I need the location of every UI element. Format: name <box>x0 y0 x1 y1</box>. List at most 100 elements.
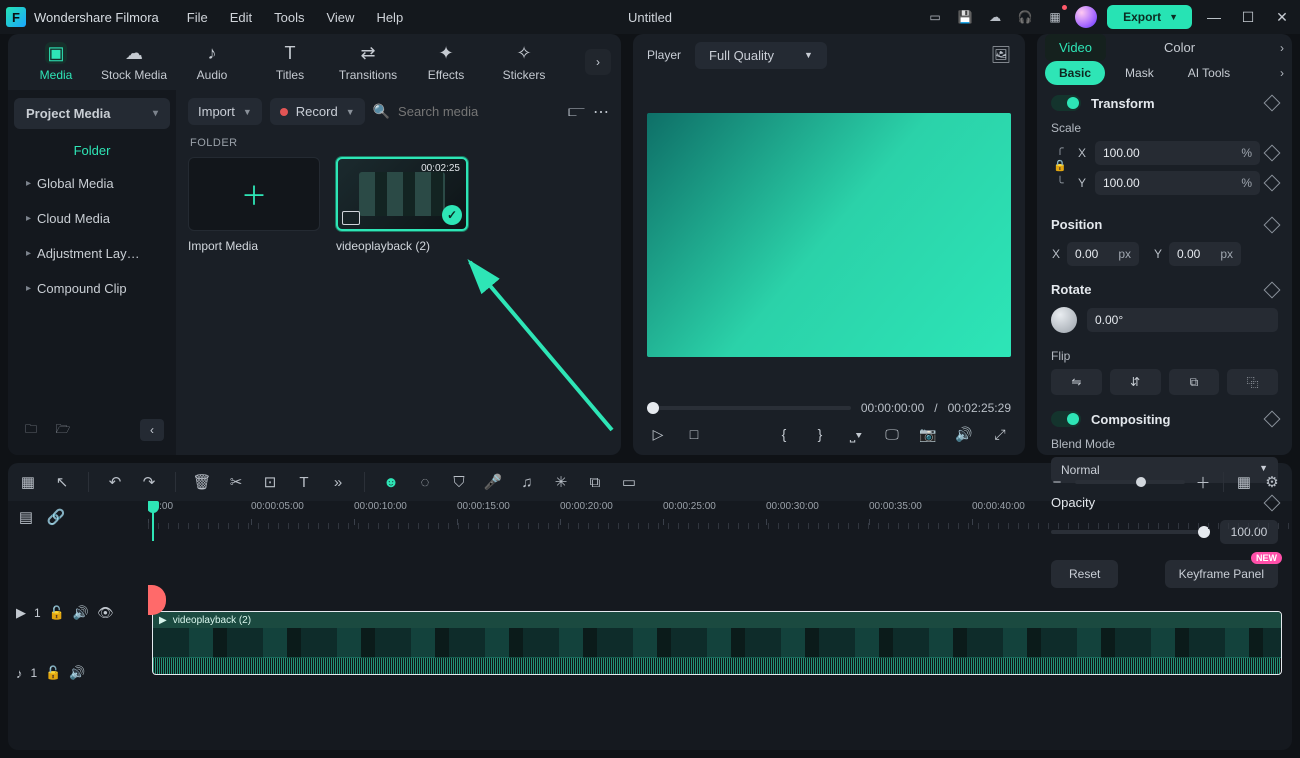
close-icon[interactable]: ✕ <box>1270 5 1294 29</box>
rotate-dial[interactable] <box>1051 307 1077 333</box>
audio-lock-icon[interactable]: 🔓 <box>45 665 61 681</box>
sidebar-project-media[interactable]: Project Media▾ <box>14 98 170 129</box>
ai-icon[interactable]: ☻ <box>381 472 401 492</box>
player-scrub-handle[interactable] <box>647 402 659 414</box>
more-tools-icon[interactable]: » <box>328 472 348 492</box>
play-icon[interactable]: ▷ <box>647 423 669 445</box>
position-y-input[interactable]: 0.00px <box>1169 242 1241 266</box>
subtab-mask[interactable]: Mask <box>1111 61 1168 85</box>
delete-icon[interactable]: 🗑 <box>192 472 212 492</box>
tab-stickers[interactable]: ✧Stickers <box>486 34 562 90</box>
player-canvas[interactable] <box>647 113 1011 357</box>
redo-icon[interactable]: ↷ <box>139 472 159 492</box>
sidebar-collapse-icon[interactable]: ‹ <box>140 419 164 441</box>
prop-tab-video[interactable]: Video <box>1045 34 1106 61</box>
transform-toggle[interactable] <box>1051 95 1081 111</box>
position-kf-icon[interactable] <box>1264 216 1281 233</box>
split-icon[interactable]: ✂ <box>226 472 246 492</box>
more-icon[interactable]: ⋯ <box>593 102 609 122</box>
search-input[interactable] <box>398 104 528 119</box>
link-icon[interactable]: ⧉ <box>585 472 605 492</box>
subtab-basic[interactable]: Basic <box>1045 61 1105 85</box>
scale-lock-icon[interactable]: 🔒 <box>1053 159 1067 172</box>
mic-icon[interactable]: 🎤 <box>483 472 503 492</box>
mark-out-icon[interactable]: } <box>809 423 831 445</box>
import-dropdown[interactable]: Import▼ <box>188 98 262 125</box>
undo-icon[interactable]: ↶ <box>105 472 125 492</box>
crop-icon[interactable]: ⊡ <box>260 472 280 492</box>
compositing-toggle[interactable] <box>1051 411 1081 427</box>
menu-view[interactable]: View <box>326 10 354 25</box>
timeline-tracks[interactable]: ▶videoplayback (2) <box>148 541 1292 750</box>
sidebar-global-media[interactable]: ▸Global Media <box>14 168 170 199</box>
transform-keyframe-icon[interactable] <box>1264 95 1281 112</box>
range-icon[interactable]: ⎵▾ <box>845 423 867 445</box>
menu-file[interactable]: File <box>187 10 208 25</box>
layout-icon[interactable]: ▭ <box>925 7 945 27</box>
zoom-out-icon[interactable]: − <box>1047 472 1067 492</box>
text-icon[interactable]: T <box>294 472 314 492</box>
new-folder-icon[interactable]: 🗀 <box>20 419 42 441</box>
tab-stock-media[interactable]: ☁Stock Media <box>96 34 172 90</box>
video-lock-icon[interactable]: 🔓 <box>49 605 65 621</box>
subtabs-more-icon[interactable]: › <box>1280 66 1284 80</box>
rotate-input[interactable]: 0.00° <box>1087 308 1278 332</box>
sidebar-cloud-media[interactable]: ▸Cloud Media <box>14 203 170 234</box>
cloud-icon[interactable]: ☁ <box>985 7 1005 27</box>
video-mute-icon[interactable]: 🔊 <box>73 605 89 621</box>
save-icon[interactable]: 💾 <box>955 7 975 27</box>
scale-y-kf-icon[interactable] <box>1264 175 1281 192</box>
import-media-tile[interactable]: ＋ Import Media <box>188 157 320 253</box>
compositing-kf-icon[interactable] <box>1264 411 1281 428</box>
sidebar-adjustment-layer[interactable]: ▸Adjustment Lay… <box>14 238 170 269</box>
filter-icon[interactable]: ⫍ <box>568 103 585 121</box>
player-snapshot-icon[interactable]: 🖼 <box>991 45 1011 65</box>
scale-x-kf-icon[interactable] <box>1264 145 1281 162</box>
headphones-icon[interactable]: 🎧 <box>1015 7 1035 27</box>
zoom-slider[interactable] <box>1075 480 1185 484</box>
music-icon[interactable]: ♫ <box>517 472 537 492</box>
stop-icon[interactable]: □ <box>683 423 705 445</box>
position-x-input[interactable]: 0.00px <box>1067 242 1139 266</box>
tab-titles[interactable]: TTitles <box>252 34 328 90</box>
media-tabs-more-icon[interactable]: › <box>585 49 611 75</box>
audio-mute-icon[interactable]: 🔊 <box>69 665 85 681</box>
scale-y-input[interactable]: 100.00% <box>1095 171 1260 195</box>
subtab-ai-tools[interactable]: AI Tools <box>1174 61 1244 85</box>
user-avatar[interactable] <box>1075 6 1097 28</box>
menu-help[interactable]: Help <box>376 10 403 25</box>
tl-tracks-icon[interactable]: ▤ <box>16 507 36 527</box>
snapshot-icon[interactable]: 📷 <box>917 423 939 445</box>
timeline-video-clip[interactable]: ▶videoplayback (2) <box>152 611 1282 675</box>
tl-settings-icon[interactable]: ⚙ <box>1262 472 1282 492</box>
scale-x-input[interactable]: 100.00% <box>1095 141 1260 165</box>
export-button[interactable]: Export▼ <box>1107 5 1192 29</box>
playhead[interactable] <box>152 501 154 541</box>
tl-cursor-icon[interactable]: ↖ <box>52 472 72 492</box>
prop-tabs-more-icon[interactable]: › <box>1280 41 1284 55</box>
minimize-icon[interactable]: — <box>1202 5 1226 29</box>
maximize-icon[interactable]: ☐ <box>1236 5 1260 29</box>
rotate-kf-icon[interactable] <box>1264 281 1281 298</box>
tl-view-icon[interactable]: ▦ <box>1234 472 1254 492</box>
tl-link-icon[interactable]: 🔗 <box>46 507 66 527</box>
player-quality-dropdown[interactable]: Full Quality▼ <box>695 42 827 69</box>
player-scrub-track[interactable] <box>647 406 851 410</box>
flip-paste-button[interactable]: ⿻ <box>1227 369 1278 395</box>
color-icon[interactable]: ◌ <box>415 472 435 492</box>
menu-tools[interactable]: Tools <box>274 10 304 25</box>
timeline-ruler[interactable]: 00:0000:00:05:0000:00:10:0000:00:15:0000… <box>148 501 1292 541</box>
zoom-in-icon[interactable]: ＋ <box>1193 472 1213 492</box>
shield-icon[interactable]: ⛉ <box>449 472 469 492</box>
display-icon[interactable]: 🖵 <box>881 423 903 445</box>
flip-horizontal-button[interactable]: ⇋ <box>1051 369 1102 395</box>
tab-effects[interactable]: ✦Effects <box>408 34 484 90</box>
mark-in-icon[interactable]: { <box>773 423 795 445</box>
flip-vertical-button[interactable]: ⇵ <box>1110 369 1161 395</box>
new-subfolder-icon[interactable]: 🗁 <box>52 419 74 441</box>
audio-icon[interactable]: 🔊 <box>953 423 975 445</box>
video-visible-icon[interactable]: 👁 <box>97 605 114 621</box>
menu-edit[interactable]: Edit <box>230 10 252 25</box>
zoom-slider-handle[interactable] <box>1136 477 1146 487</box>
tab-media[interactable]: ▣Media <box>18 34 94 90</box>
